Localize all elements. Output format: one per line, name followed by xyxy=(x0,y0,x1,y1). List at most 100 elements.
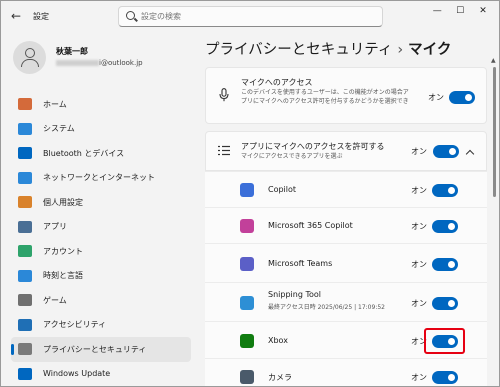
app-name: Xbox xyxy=(268,336,288,345)
sidebar-item[interactable]: 時刻と言語 xyxy=(11,264,191,289)
sidebar-item-label: ネットワークとインターネット xyxy=(43,173,155,183)
maximize-button[interactable]: ☐ xyxy=(450,6,470,16)
copilot-icon xyxy=(240,183,254,197)
update-icon xyxy=(18,367,32,380)
app-name: Microsoft 365 Copilot xyxy=(268,221,353,230)
title-bar: ← 設定 — ☐ ✕ xyxy=(1,1,499,31)
avatar xyxy=(13,41,46,74)
app-toggle[interactable] xyxy=(432,220,458,233)
app-title: 設定 xyxy=(33,12,49,21)
mic-access-state: オン xyxy=(428,93,444,102)
home-icon xyxy=(18,98,32,111)
app-row: Snipping Tool 最終アクセス日時 2025/06/25 | 17:09… xyxy=(205,282,487,321)
mic-access-title: マイクへのアクセス xyxy=(241,78,313,87)
app-name: カメラ xyxy=(268,373,292,382)
app-row: カメラ オン xyxy=(205,358,487,386)
sidebar-item-label: 時刻と言語 xyxy=(43,271,83,281)
sidebar-item[interactable]: ゲーム xyxy=(11,288,191,313)
sidebar-item[interactable]: Windows Update xyxy=(11,362,191,387)
app-toggle[interactable] xyxy=(432,258,458,271)
apps-icon xyxy=(18,220,32,233)
back-arrow-icon[interactable]: ← xyxy=(11,9,21,23)
breadcrumb-separator: › xyxy=(397,42,404,58)
sidebar-item[interactable]: アカウント xyxy=(11,239,191,264)
app-row: Microsoft 365 Copilot オン xyxy=(205,207,487,243)
sidebar-item[interactable]: プライバシーとセキュリティ xyxy=(11,337,191,362)
sidebar-item-label: アカウント xyxy=(43,246,83,256)
app-access-toggle[interactable] xyxy=(433,145,459,158)
app-access-card[interactable]: アプリにマイクへのアクセスを許可する マイクにアクセスできるアプリを選ぶ オン xyxy=(205,131,487,171)
camera-icon xyxy=(240,370,254,384)
account-icon xyxy=(18,245,32,258)
brush-icon xyxy=(18,196,32,209)
app-toggle[interactable] xyxy=(432,371,458,384)
app-row: Microsoft Teams オン xyxy=(205,243,487,282)
profile-email: i@outlook.jp xyxy=(56,59,143,67)
sidebar-item[interactable]: ネットワークとインターネット xyxy=(11,166,191,191)
close-button[interactable]: ✕ xyxy=(473,6,493,16)
sidebar-item-label: アクセシビリティ xyxy=(43,320,107,330)
app-access-title: アプリにマイクへのアクセスを許可する xyxy=(241,142,385,151)
search-icon xyxy=(126,11,135,20)
sidebar-item[interactable]: システム xyxy=(11,117,191,142)
app-access-state: オン xyxy=(411,147,427,156)
breadcrumb-parent[interactable]: プライバシーとセキュリティ xyxy=(205,42,392,58)
sidebar-item-label: プライバシーとセキュリティ xyxy=(43,344,147,354)
email-suffix: i@outlook.jp xyxy=(99,59,143,67)
scrollbar[interactable] xyxy=(493,67,496,197)
email-redaction xyxy=(56,60,99,66)
search-box[interactable] xyxy=(118,6,383,27)
microphone-icon xyxy=(219,88,229,102)
sidebar-item-label: ホーム xyxy=(43,99,67,109)
breadcrumb-current: マイク xyxy=(408,42,452,58)
teams-icon xyxy=(240,257,254,271)
mic-access-toggle[interactable] xyxy=(449,91,475,104)
chevron-up-icon[interactable] xyxy=(465,149,475,159)
app-state: オン xyxy=(411,260,427,269)
sidebar-item[interactable]: ホーム xyxy=(11,92,191,117)
app-state: オン xyxy=(411,299,427,308)
settings-window: ← 設定 — ☐ ✕ 秋葉一郎 i@outlook.jp ホームシステム Blue… xyxy=(0,0,500,387)
sidebar-item-label: アプリ xyxy=(43,222,67,232)
profile-name: 秋葉一郎 xyxy=(56,47,88,56)
snipping-tool-icon xyxy=(240,296,254,310)
app-row: Copilot オン xyxy=(205,171,487,207)
shield-icon xyxy=(18,343,32,356)
app-toggle[interactable] xyxy=(432,297,458,310)
gamepad-icon xyxy=(18,294,32,307)
app-state: オン xyxy=(411,222,427,231)
accessibility-icon xyxy=(18,318,32,331)
xbox-icon xyxy=(240,334,254,348)
bluetooth-icon xyxy=(18,147,32,160)
app-name: Microsoft Teams xyxy=(268,259,333,268)
sidebar-item[interactable]: アプリ xyxy=(11,215,191,240)
app-last-access: 最終アクセス日時 2025/06/25 | 17:09:52 xyxy=(268,304,385,311)
sidebar-item-label: システム xyxy=(43,124,75,134)
sidebar-nav: ホームシステム Bluetooth とデバイスネットワークとインターネット 個人用設… xyxy=(11,92,191,386)
monitor-icon xyxy=(18,122,32,135)
search-input[interactable] xyxy=(141,10,371,23)
app-name: Copilot xyxy=(268,185,297,194)
app-state: オン xyxy=(411,373,427,382)
wifi-icon xyxy=(18,171,32,184)
sidebar-item-label: 個人用設定 xyxy=(43,197,83,207)
page-title: プライバシーとセキュリティ › マイク xyxy=(205,38,451,59)
m365-copilot-icon xyxy=(240,219,254,233)
sidebar-item[interactable]: Bluetooth とデバイス xyxy=(11,141,191,166)
app-access-description: マイクにアクセスできるアプリを選ぶ xyxy=(241,153,343,160)
globe-clock-icon xyxy=(18,269,32,282)
app-row: Xbox オン xyxy=(205,321,487,358)
sidebar-item[interactable]: 個人用設定 xyxy=(11,190,191,215)
window-controls: — ☐ ✕ xyxy=(427,6,493,16)
sidebar-item[interactable]: アクセシビリティ xyxy=(11,313,191,338)
mic-access-card: マイクへのアクセス このデバイスを使用するユーザーは、この機能がオンの場合アプリ… xyxy=(205,67,487,124)
sidebar-item-label: Windows Update xyxy=(43,369,111,379)
app-toggle[interactable] xyxy=(432,184,458,197)
app-name: Snipping Tool xyxy=(268,290,321,299)
mic-access-description: このデバイスを使用するユーザーは、この機能がオンの場合アプリにマイクへのアクセス… xyxy=(241,89,409,105)
sidebar-item-label: ゲーム xyxy=(43,295,67,305)
minimize-button[interactable]: — xyxy=(427,6,447,16)
scroll-up-icon[interactable]: ▲ xyxy=(491,57,496,64)
app-state: オン xyxy=(411,186,427,195)
sidebar-item-label: Bluetooth とデバイス xyxy=(43,148,125,158)
